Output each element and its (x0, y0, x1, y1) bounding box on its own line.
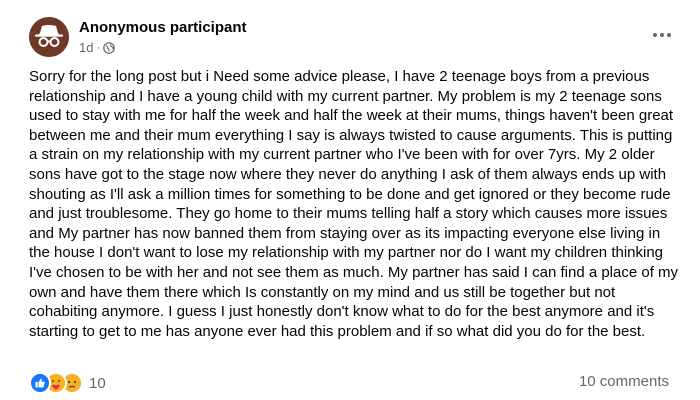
post-timestamp[interactable]: 1d (79, 40, 93, 55)
post-meta: 1d · (79, 40, 115, 55)
post-card: Anonymous participant 1d · Sorry for the… (0, 0, 700, 400)
author-name[interactable]: Anonymous participant (79, 19, 247, 36)
menu-dot (667, 33, 671, 37)
globe-icon (103, 41, 115, 54)
reaction-count[interactable]: 10 (89, 375, 106, 392)
menu-dot (653, 33, 657, 37)
comments-count-link[interactable]: 10 comments (579, 373, 669, 390)
menu-dot (660, 33, 664, 37)
anonymous-avatar-icon[interactable] (29, 17, 69, 57)
meta-separator: · (96, 41, 101, 54)
more-options-icon[interactable] (649, 25, 675, 45)
post-header: Anonymous participant 1d · (29, 17, 679, 61)
post-footer: 10 10 comments (29, 372, 669, 394)
like-icon (29, 372, 51, 394)
post-body-text: Sorry for the long post but i Need some … (29, 68, 679, 340)
reactions-summary[interactable]: 10 (29, 372, 106, 394)
